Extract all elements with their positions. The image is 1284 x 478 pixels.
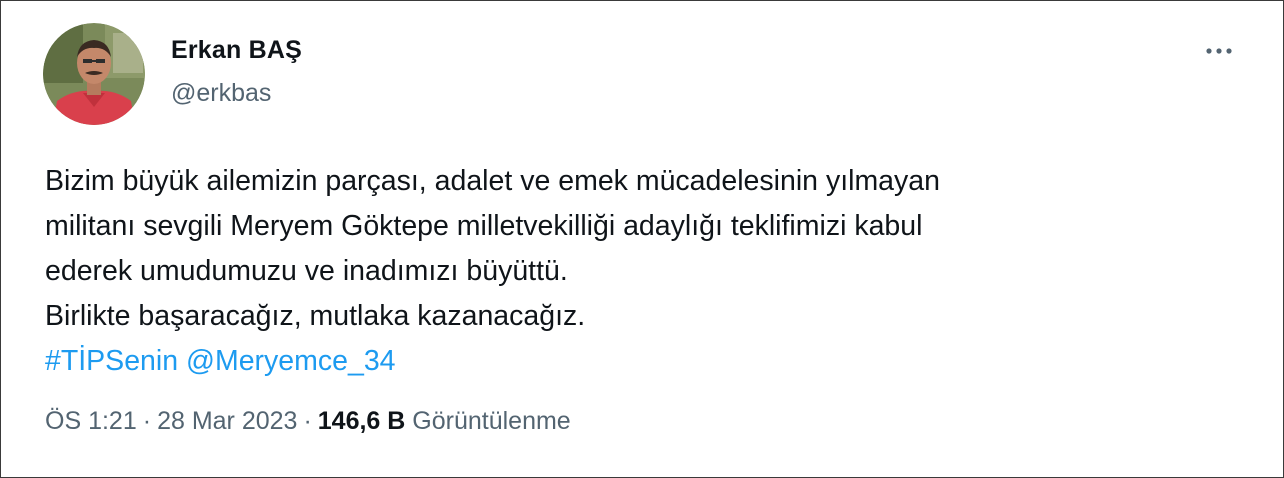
meta-separator: · xyxy=(142,407,152,435)
more-options-button[interactable] xyxy=(1197,35,1241,67)
tweet-meta: ÖS 1:21 · 28 Mar 2023 · 146,6 B Görüntülenme xyxy=(45,407,571,436)
tweet-text-line: ederek umudumuzu ve inadımızı büyüttü. xyxy=(45,255,568,287)
tweet-time[interactable]: ÖS 1:21 xyxy=(45,407,137,435)
tweet-text-line: Birlikte başaracağız, mutlaka kazanacağı… xyxy=(45,300,586,332)
author-display-name[interactable]: Erkan BAŞ xyxy=(171,36,302,65)
tweet-card: Erkan BAŞ @erkbas Bizim büyük ailemizin … xyxy=(0,0,1284,478)
tweet-text-line: Bizim büyük ailemizin parçası, adalet ve… xyxy=(45,165,940,197)
mention-link[interactable]: @Meryemce_34 xyxy=(186,345,396,377)
avatar[interactable] xyxy=(43,23,145,125)
tweet-links-line: #TİPSenin @Meryemce_34 xyxy=(45,339,1245,384)
profile-photo xyxy=(43,23,145,125)
author-handle[interactable]: @erkbas xyxy=(171,79,271,108)
tweet-text-line: militanı sevgili Meryem Göktepe milletve… xyxy=(45,210,923,242)
tweet-date[interactable]: 28 Mar 2023 xyxy=(157,407,297,435)
hashtag-link[interactable]: #TİPSenin xyxy=(45,345,178,377)
more-horizontal-icon xyxy=(1206,48,1232,54)
views-label: Görüntülenme xyxy=(412,407,571,435)
views-count: 146,6 B xyxy=(317,407,406,435)
meta-separator: · xyxy=(303,407,312,435)
tweet-text: Bizim büyük ailemizin parçası, adalet ve… xyxy=(45,159,1245,384)
